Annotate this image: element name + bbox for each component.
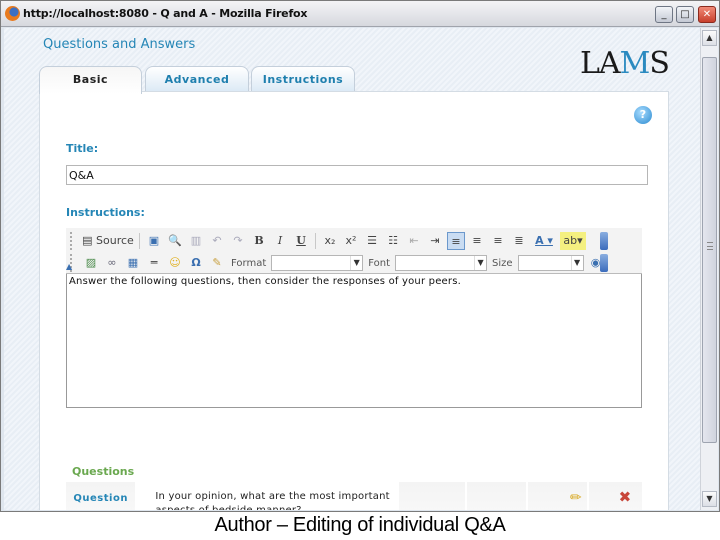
instructions-editor-area[interactable]: Answer the following questions, then con… <box>66 274 642 408</box>
italic-icon[interactable]: I <box>271 232 289 250</box>
font-label: Font <box>368 257 391 269</box>
image-icon[interactable]: ▨ <box>82 254 100 272</box>
link-icon[interactable]: ∞ <box>103 254 121 272</box>
logo-accent: M <box>619 46 651 81</box>
toolbar-separator <box>139 233 140 249</box>
size-select[interactable]: ▼ <box>517 255 584 271</box>
outdent-icon[interactable]: ⇤ <box>405 232 423 250</box>
toolbar-expand-icon[interactable] <box>600 254 608 272</box>
questions-section-label: Questions <box>72 465 135 478</box>
basic-panel: ? Title: Q&A Instructions: ▲ ▤ Source ▣ … <box>39 91 669 510</box>
table-icon[interactable]: ▦ <box>124 254 142 272</box>
title-bar: http://localhost:8080 - Q and A - Mozill… <box>1 1 719 27</box>
vertical-scrollbar[interactable]: ▲ ▼ <box>700 28 718 510</box>
question-header: Question <box>66 482 138 510</box>
question-row: Question In your opinion, what are the m… <box>66 482 642 510</box>
tab-instructions[interactable]: Instructions <box>251 66 355 92</box>
editor-toolbar: ▲ ▤ Source ▣ 🔍 ▥ ↶ ↷ B I U x₂ x² ☰ ☷ ⇤ ⇥… <box>66 228 642 274</box>
tab-basic[interactable]: Basic <box>39 66 142 94</box>
special-char-icon[interactable]: Ω <box>187 254 205 272</box>
rich-text-editor: ▲ ▤ Source ▣ 🔍 ▥ ↶ ↷ B I U x₂ x² ☰ ☷ ⇤ ⇥… <box>66 228 642 408</box>
horizontal-rule-icon[interactable]: ═ <box>145 254 163 272</box>
question-text-line: In your opinion, what are the most impor… <box>155 491 390 502</box>
pencil-icon: ✏ <box>569 490 582 506</box>
title-input[interactable]: Q&A <box>66 165 648 185</box>
toolbar-grip[interactable] <box>70 232 73 250</box>
smiley-icon[interactable]: ☺ <box>166 254 184 272</box>
question-text-line: aspects of bedside manner? <box>155 504 397 510</box>
background-color-icon[interactable]: ab▾ <box>560 232 586 250</box>
toolbar-row-1: ▤ Source ▣ 🔍 ▥ ↶ ↷ B I U x₂ x² ☰ ☷ ⇤ ⇥ ≡… <box>82 230 586 252</box>
scroll-down-icon[interactable]: ▼ <box>702 491 717 507</box>
preview-icon[interactable]: 🔍 <box>166 232 184 250</box>
slide-caption: Author – Editing of individual Q&A <box>214 514 506 536</box>
collapse-toolbar-icon[interactable]: ▲ <box>66 262 72 271</box>
size-label: Size <box>492 257 513 269</box>
format-select[interactable]: ▼ <box>271 255 364 271</box>
edit-question-button[interactable]: ✏ <box>527 482 589 510</box>
toolbar-row-2: ▨ ∞ ▦ ═ ☺ Ω ✎ Format ▼ Font ▼ Size ▼ ◉ <box>82 252 605 274</box>
grip-icon <box>707 242 713 250</box>
tab-advanced[interactable]: Advanced <box>145 66 249 92</box>
question-text: In your opinion, what are the most impor… <box>137 482 400 510</box>
source-button[interactable]: ▤ Source <box>82 232 134 250</box>
bulleted-list-icon[interactable]: ☷ <box>384 232 402 250</box>
toolbar-separator <box>315 233 316 249</box>
page-title: Questions and Answers <box>43 37 196 52</box>
format-label: Format <box>231 257 267 269</box>
align-left-icon[interactable]: ≡ <box>447 232 465 250</box>
source-label: Source <box>96 234 134 247</box>
delete-question-button[interactable]: ✖ <box>588 482 642 510</box>
justify-icon[interactable]: ≣ <box>510 232 528 250</box>
minimize-button[interactable]: _ <box>655 6 673 23</box>
maximize-button[interactable]: □ <box>676 6 694 23</box>
indent-icon[interactable]: ⇥ <box>426 232 444 250</box>
numbered-list-icon[interactable]: ☰ <box>363 232 381 250</box>
chevron-down-icon: ▼ <box>350 256 362 270</box>
title-label: Title: <box>66 142 99 155</box>
font-select[interactable]: ▼ <box>395 255 488 271</box>
align-center-icon[interactable]: ≡ <box>468 232 486 250</box>
scrollbar-thumb[interactable] <box>702 57 717 443</box>
window-title: http://localhost:8080 - Q and A - Mozill… <box>23 7 308 20</box>
text-color-icon[interactable]: A ▾ <box>531 232 557 250</box>
superscript-icon[interactable]: x² <box>342 232 360 250</box>
question-cell-empty <box>399 482 468 510</box>
instructions-label: Instructions: <box>66 206 145 219</box>
chevron-down-icon: ▼ <box>474 256 486 270</box>
page-content: Questions and Answers LAMS Basic Advance… <box>4 28 700 510</box>
question-cell-empty <box>467 482 528 510</box>
underline-icon[interactable]: U <box>292 232 310 250</box>
logo-prefix: LA <box>580 46 621 81</box>
toolbar-expand-icon[interactable] <box>600 232 608 250</box>
save-icon[interactable]: ▣ <box>145 232 163 250</box>
help-icon[interactable]: ? <box>634 106 652 124</box>
delete-icon: ✖ <box>618 488 632 506</box>
paste-icon[interactable]: ▥ <box>187 232 205 250</box>
bold-icon[interactable]: B <box>250 232 268 250</box>
subscript-icon[interactable]: x₂ <box>321 232 339 250</box>
redo-icon[interactable]: ↷ <box>229 232 247 250</box>
chevron-down-icon: ▼ <box>570 256 583 270</box>
lams-logo: LAMS <box>580 46 670 81</box>
logo-suffix: S <box>649 46 670 81</box>
scroll-up-icon[interactable]: ▲ <box>702 30 717 46</box>
paste-word-icon[interactable]: ✎ <box>208 254 226 272</box>
browser-window: http://localhost:8080 - Q and A - Mozill… <box>0 0 720 512</box>
align-right-icon[interactable]: ≡ <box>489 232 507 250</box>
firefox-icon <box>5 6 20 21</box>
close-button[interactable]: ✕ <box>698 6 716 23</box>
undo-icon[interactable]: ↶ <box>208 232 226 250</box>
